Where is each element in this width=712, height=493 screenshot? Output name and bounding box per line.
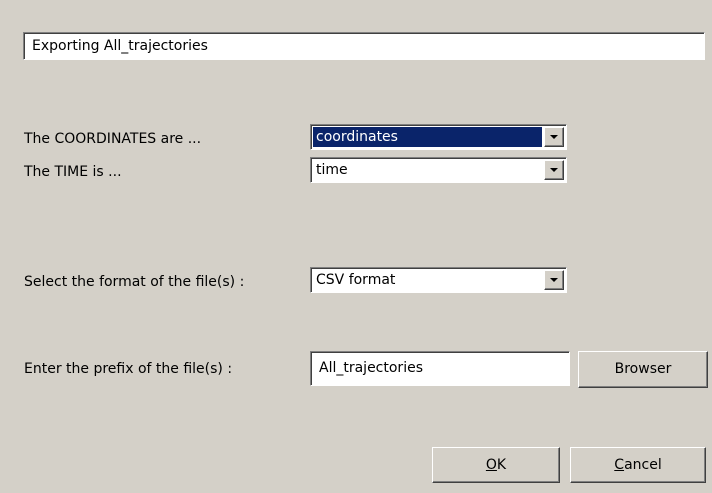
format-select[interactable]: CSV format — [310, 267, 567, 293]
export-dialog: Exporting All_trajectories The COORDINAT… — [0, 0, 712, 493]
browser-button[interactable]: Browser — [578, 351, 708, 388]
chevron-down-icon[interactable] — [544, 160, 564, 180]
ok-mnemonic: O — [485, 457, 497, 473]
coordinates-label: The COORDINATES are ... — [24, 131, 202, 147]
time-select-value: time — [316, 162, 348, 178]
prefix-input[interactable]: All_trajectories — [310, 351, 570, 386]
ok-label-rest: K — [496, 457, 507, 473]
coordinates-select[interactable]: coordinates — [310, 124, 567, 150]
cancel-mnemonic: C — [614, 457, 625, 473]
prefix-label: Enter the prefix of the file(s) : — [24, 361, 233, 377]
time-label: The TIME is ... — [24, 164, 122, 180]
cancel-button[interactable]: Cancel — [570, 447, 706, 483]
format-label: Select the format of the file(s) : — [24, 274, 245, 290]
export-title-text: Exporting All_trajectories — [32, 38, 208, 54]
time-select[interactable]: time — [310, 157, 567, 183]
format-select-value: CSV format — [316, 272, 396, 288]
ok-button[interactable]: OK — [432, 447, 560, 483]
cancel-label-rest: ancel — [624, 457, 662, 473]
chevron-down-icon[interactable] — [544, 270, 564, 290]
export-title-field: Exporting All_trajectories — [23, 32, 705, 60]
coordinates-select-value: coordinates — [313, 127, 542, 147]
chevron-down-icon[interactable] — [544, 127, 564, 147]
